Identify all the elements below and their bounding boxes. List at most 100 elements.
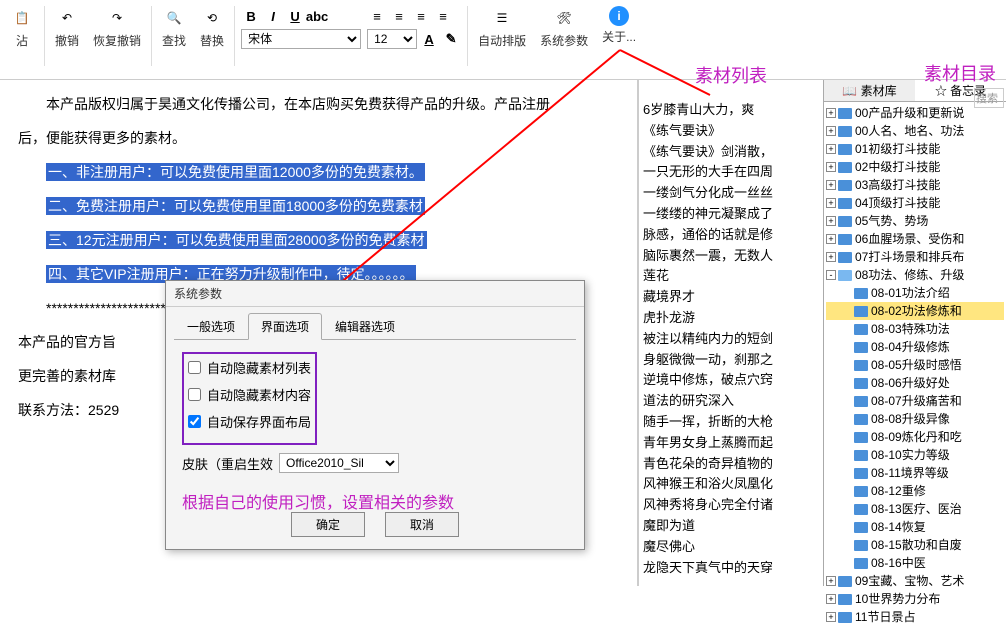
tree-item[interactable]: 08-10实力等级 — [826, 446, 1004, 464]
tree-item[interactable]: 08-13医疗、医治 — [826, 500, 1004, 518]
list-item[interactable]: 藏境界才 — [643, 287, 819, 308]
tree-item[interactable]: 08-14恢复 — [826, 518, 1004, 536]
tree-item[interactable]: 08-06升级好处 — [826, 374, 1004, 392]
list-item[interactable]: 道法的研究深入 — [643, 391, 819, 412]
list-item[interactable]: 一缕剑气分化成一丝丝 — [643, 183, 819, 204]
list-item[interactable]: 魔尽佛心 — [643, 537, 819, 558]
sysparam-button[interactable]: 🛠 系统参数 — [534, 2, 594, 53]
list-item[interactable]: 青色花朵的奇异植物的 — [643, 454, 819, 475]
tree-body[interactable]: +00产品升级和更新说+00人名、地名、功法+01初级打斗技能+02中级打斗技能… — [824, 102, 1006, 628]
tab-material-lib[interactable]: 📖 素材库 — [824, 80, 915, 101]
autolayout-button[interactable]: ☰ 自动排版 — [472, 2, 532, 53]
tree-item[interactable]: 08-07升级痛苦和 — [826, 392, 1004, 410]
paste-button[interactable]: 📋 沾 — [4, 2, 40, 53]
list-item[interactable]: 逆境中修炼，破点穴窍 — [643, 370, 819, 391]
tree-item[interactable]: +06血腥场景、受伤和 — [826, 230, 1004, 248]
ok-button[interactable]: 确定 — [291, 512, 365, 537]
tree-item[interactable]: 08-12重修 — [826, 482, 1004, 500]
tree-item[interactable]: 08-01功法介绍 — [826, 284, 1004, 302]
list-item[interactable]: 龙隐天下真气中的天穿 — [643, 558, 819, 579]
chk-hide-content[interactable] — [188, 388, 201, 401]
list-item[interactable]: 风神猴王和浴火凤凰化 — [643, 474, 819, 495]
list-item[interactable]: 6岁膝青山大力，爽 — [643, 100, 819, 121]
list-item[interactable]: 风神秀将身心完全付诸 — [643, 495, 819, 516]
redo-button[interactable]: ↷ 恢复撤销 — [87, 2, 147, 53]
list-item[interactable]: 《练气要诀》剑消散， — [643, 142, 819, 163]
tree-item[interactable]: -08功法、修练、升级 — [826, 266, 1004, 284]
dialog-tabs: 一般选项 界面选项 编辑器选项 — [166, 307, 584, 340]
tree-item[interactable]: +09宝藏、宝物、艺术 — [826, 572, 1004, 590]
list-item[interactable]: 虎扑龙游 — [643, 308, 819, 329]
tree-item[interactable]: +11节日景占 — [826, 608, 1004, 626]
material-list-body[interactable]: 6岁膝青山大力，爽《练气要诀》《练气要诀》剑消散，一只无形的大手在四周一缕剑气分… — [639, 80, 823, 580]
align-left-button[interactable]: ≡ — [367, 6, 387, 26]
tree-item[interactable]: +03高级打斗技能 — [826, 176, 1004, 194]
expand-icon[interactable]: + — [826, 162, 836, 172]
dialog-note: 根据自己的使用习惯，设置相关的参数 — [182, 489, 568, 513]
expand-icon[interactable]: + — [826, 126, 836, 136]
tree-item[interactable]: +04顶级打斗技能 — [826, 194, 1004, 212]
tab-editor[interactable]: 编辑器选项 — [322, 313, 408, 340]
tree-item[interactable]: +01初级打斗技能 — [826, 140, 1004, 158]
tree-item[interactable]: 08-04升级修炼 — [826, 338, 1004, 356]
list-item[interactable]: 脑际裹然一震，无数人 — [643, 246, 819, 267]
chk-hide-list[interactable] — [188, 361, 201, 374]
list-item[interactable]: 身躯微微一动，刹那之 — [643, 350, 819, 371]
italic-button[interactable]: I — [263, 6, 283, 26]
toolbar: 📋 沾 ↶ 撤销 ↷ 恢复撤销 🔍 查找 ⟲ 替换 B I U abc 宋体 ≡… — [0, 0, 1006, 80]
skin-select[interactable]: Office2010_Sil — [279, 453, 399, 473]
tree-item[interactable]: 08-05升级时感悟 — [826, 356, 1004, 374]
about-button[interactable]: i 关于... — [596, 2, 642, 49]
tree-item[interactable]: +05气势、势场 — [826, 212, 1004, 230]
highlight-button[interactable]: ✎ — [441, 29, 461, 49]
collapse-icon[interactable]: - — [826, 270, 836, 280]
underline-button[interactable]: U — [285, 6, 305, 26]
tab-general[interactable]: 一般选项 — [174, 313, 248, 340]
tree-item[interactable]: 08-03特殊功法 — [826, 320, 1004, 338]
undo-button[interactable]: ↶ 撤销 — [49, 2, 85, 53]
tree-item[interactable]: 08-15散功和自废 — [826, 536, 1004, 554]
expand-icon[interactable]: + — [826, 180, 836, 190]
tree-item[interactable]: 08-08升级异像 — [826, 410, 1004, 428]
list-item[interactable]: 《练气要诀》 — [643, 121, 819, 142]
list-item[interactable]: 一只无形的大手在四周 — [643, 162, 819, 183]
size-select[interactable]: 12 — [367, 29, 417, 49]
search-input[interactable]: 搜索 — [974, 88, 1004, 108]
list-item[interactable]: 被注以精纯内力的短剑 — [643, 329, 819, 350]
tree-item[interactable]: +07打斗场景和排兵布 — [826, 248, 1004, 266]
list-item[interactable]: 青年男女身上蒸腾而起 — [643, 433, 819, 454]
expand-icon[interactable]: + — [826, 198, 836, 208]
expand-icon[interactable]: + — [826, 234, 836, 244]
expand-icon[interactable]: + — [826, 144, 836, 154]
expand-icon[interactable]: + — [826, 216, 836, 226]
list-item[interactable]: 一缕缕的神元凝聚成了 — [643, 204, 819, 225]
tree-item[interactable]: +10世界势力分布 — [826, 590, 1004, 608]
tree-item[interactable]: +02中级打斗技能 — [826, 158, 1004, 176]
list-item[interactable]: 魔即为道 — [643, 516, 819, 537]
tab-ui[interactable]: 界面选项 — [248, 313, 322, 340]
align-justify-button[interactable]: ≡ — [433, 6, 453, 26]
strike-button[interactable]: abc — [307, 6, 327, 26]
align-center-button[interactable]: ≡ — [389, 6, 409, 26]
tree-item[interactable]: 08-02功法修炼和 — [826, 302, 1004, 320]
cancel-button[interactable]: 取消 — [385, 512, 459, 537]
expand-icon[interactable]: + — [826, 576, 836, 586]
expand-icon[interactable]: + — [826, 252, 836, 262]
font-color-button[interactable]: A — [419, 29, 439, 49]
expand-icon[interactable]: + — [826, 594, 836, 604]
tree-item[interactable]: +00人名、地名、功法 — [826, 122, 1004, 140]
replace-button[interactable]: ⟲ 替换 — [194, 2, 230, 53]
tree-item[interactable]: 08-16中医 — [826, 554, 1004, 572]
list-item[interactable]: 随手一挥，折断的大枪 — [643, 412, 819, 433]
list-item[interactable]: 莲花 — [643, 266, 819, 287]
chk-save-layout[interactable] — [188, 415, 201, 428]
font-select[interactable]: 宋体 — [241, 29, 361, 49]
tree-item[interactable]: 08-11境界等级 — [826, 464, 1004, 482]
tree-item[interactable]: 08-09炼化丹和吃 — [826, 428, 1004, 446]
bold-button[interactable]: B — [241, 6, 261, 26]
align-right-button[interactable]: ≡ — [411, 6, 431, 26]
list-item[interactable]: 脉感，通俗的话就是修 — [643, 225, 819, 246]
expand-icon[interactable]: + — [826, 612, 836, 622]
expand-icon[interactable]: + — [826, 108, 836, 118]
find-button[interactable]: 🔍 查找 — [156, 2, 192, 53]
